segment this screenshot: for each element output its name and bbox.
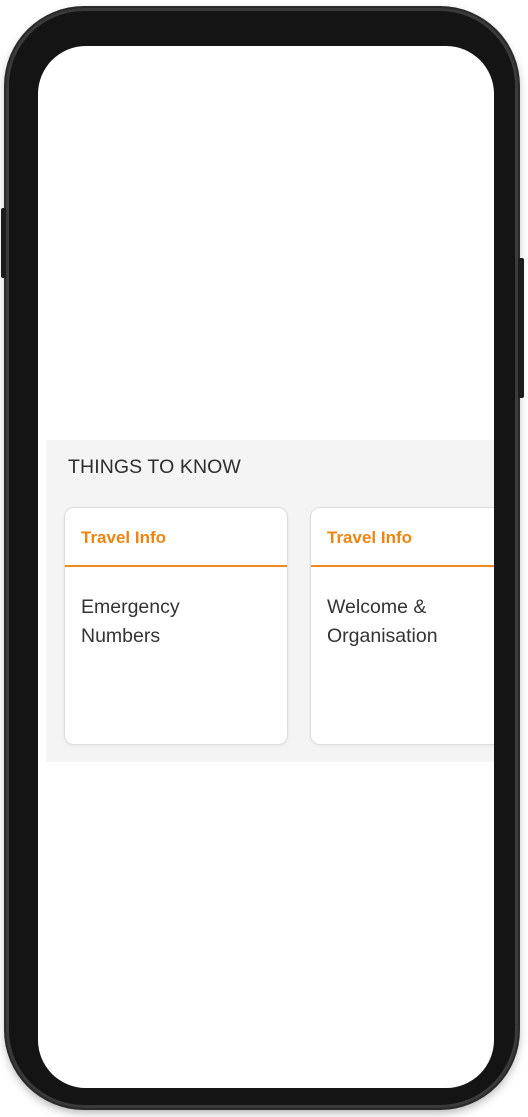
section-title: THINGS TO KNOW	[68, 456, 241, 478]
phone-screen: THINGS TO KNOW Travel Info Emergency Num…	[38, 46, 494, 1088]
card-emergency-numbers[interactable]: Travel Info Emergency Numbers	[64, 507, 288, 745]
stage: THINGS TO KNOW Travel Info Emergency Num…	[0, 0, 528, 1117]
card-category: Travel Info	[327, 528, 413, 547]
phone-side-button	[1, 208, 6, 278]
card-body: Emergency Numbers	[65, 567, 287, 651]
card-welcome-organisation[interactable]: Travel Info Welcome & Organisation	[310, 507, 494, 745]
card-header: Travel Info	[65, 508, 287, 567]
phone-side-button	[518, 258, 524, 398]
cards-carousel[interactable]: Travel Info Emergency Numbers Travel Inf…	[64, 507, 494, 745]
card-title: Welcome & Organisation	[327, 596, 438, 647]
phone-frame: THINGS TO KNOW Travel Info Emergency Num…	[1, 8, 524, 1108]
card-category: Travel Info	[81, 528, 167, 547]
card-body: Welcome & Organisation	[311, 567, 494, 651]
card-header: Travel Info	[311, 508, 494, 567]
things-to-know-section: THINGS TO KNOW Travel Info Emergency Num…	[46, 440, 494, 762]
card-title: Emergency Numbers	[81, 596, 180, 647]
